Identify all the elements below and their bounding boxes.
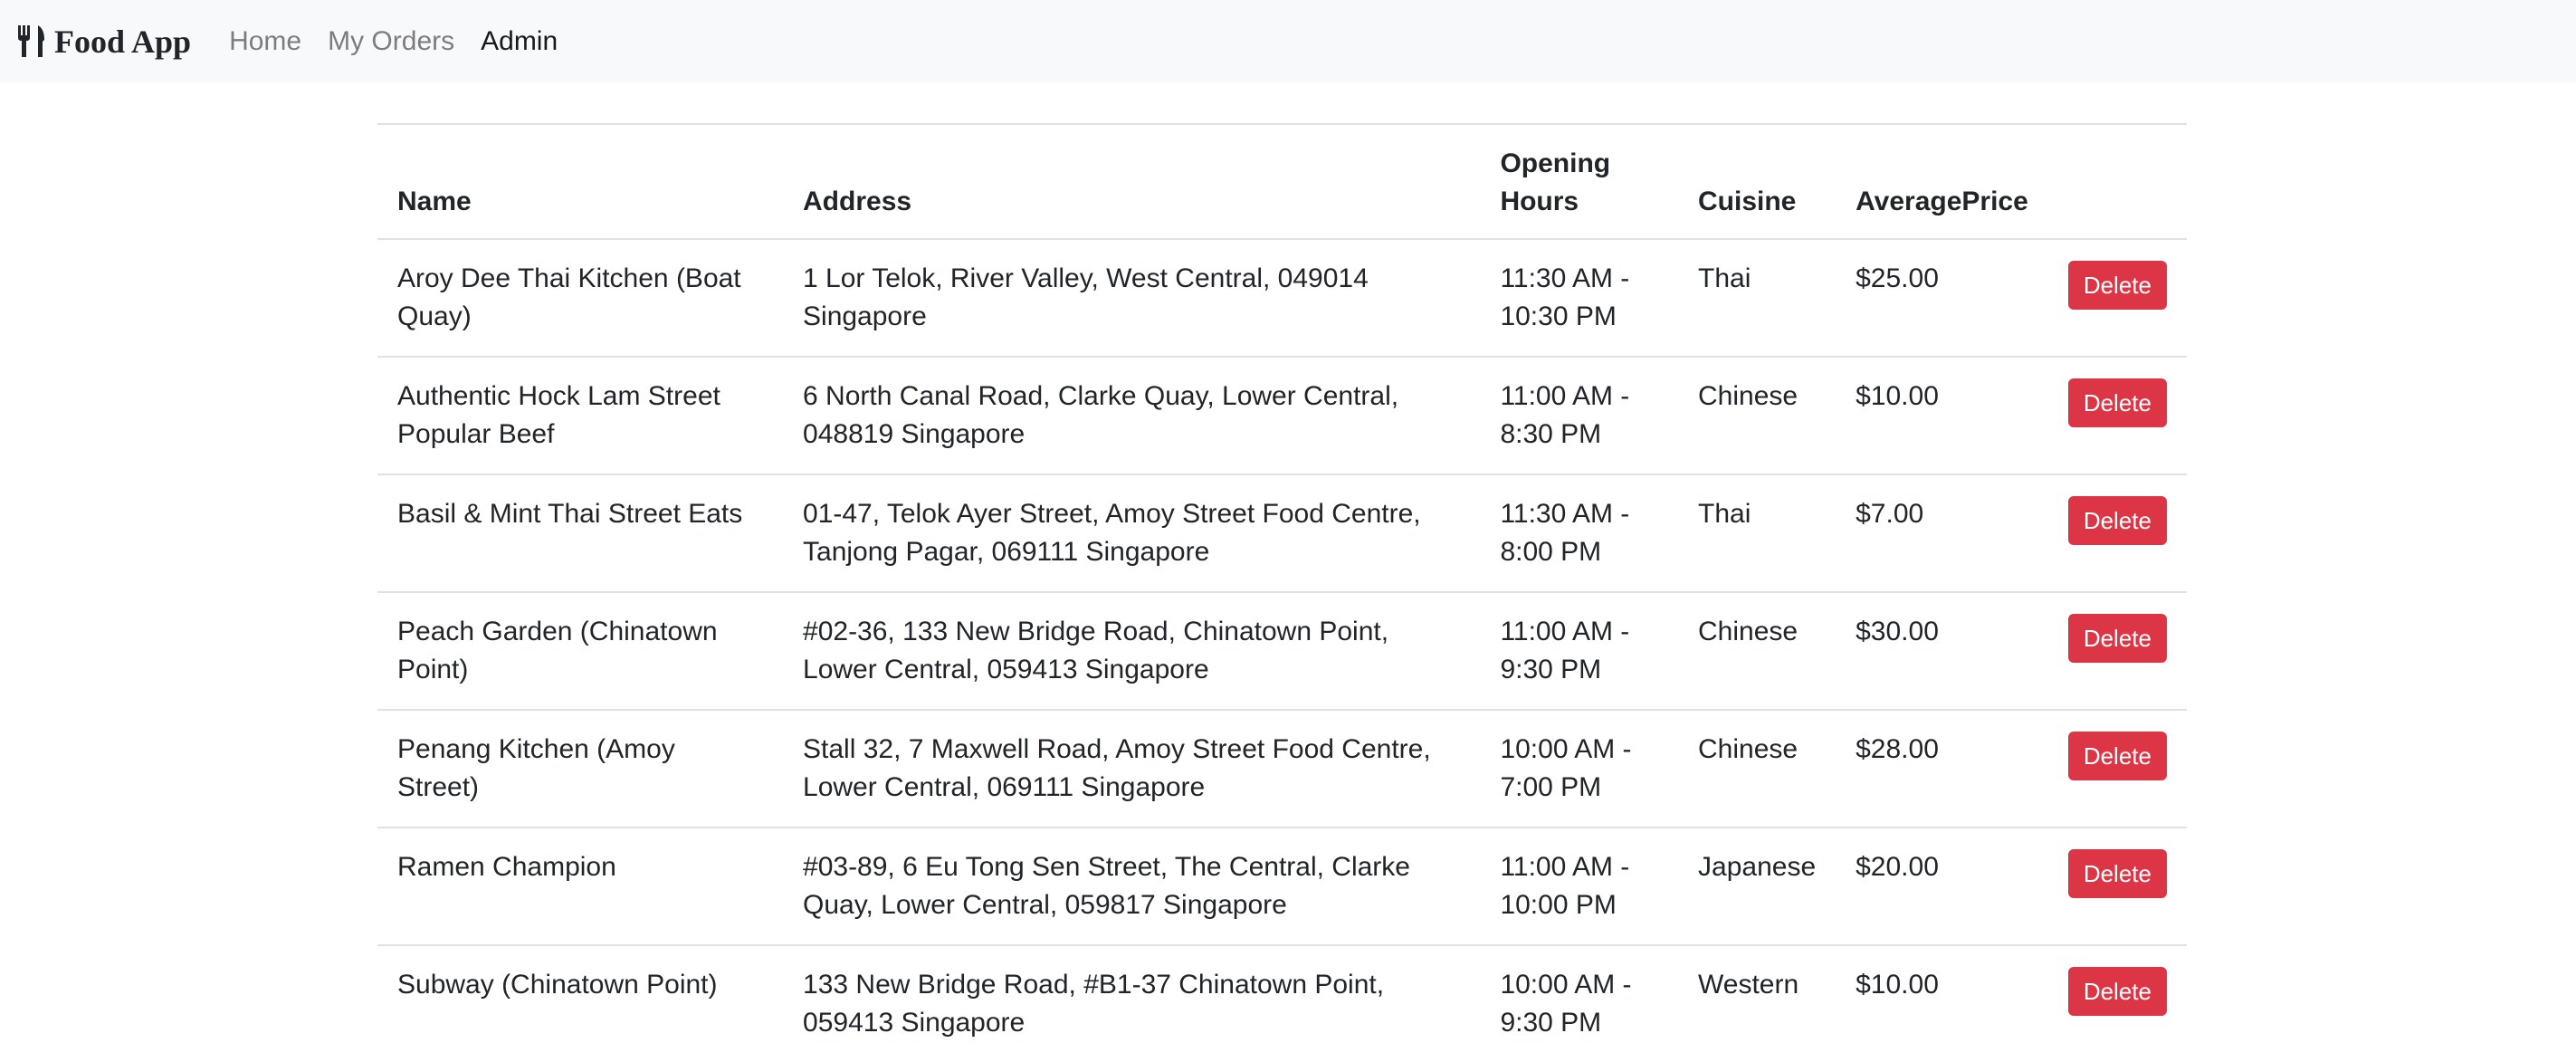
cell-hours: 11:00 AM - 10:00 PM (1480, 827, 1679, 945)
cell-cuisine: Chinese (1678, 709, 1837, 828)
cell-price: $25.00 (1856, 263, 1939, 293)
cell-action: Delete (2047, 591, 2187, 710)
cell-price: $28.00 (1836, 709, 2048, 828)
utensils-icon (16, 24, 49, 60)
table-header-row: Name Address Opening Hours Cuisine Avera… (377, 123, 2187, 240)
brand-link[interactable]: Food App (16, 23, 191, 61)
cell-name: Penang Kitchen (Amoy Street) (377, 709, 784, 828)
navbar: Food App Home My Orders Admin (0, 0, 2576, 82)
delete-button[interactable]: Delete (2067, 378, 2167, 427)
cell-address: 133 New Bridge Road, #B1-37 Chinatown Po… (783, 944, 1481, 1062)
cell-name: Aroy Dee Thai Kitchen (Boat Quay) (397, 263, 741, 331)
cell-action: Delete (2047, 944, 2187, 1062)
delete-button[interactable]: Delete (2067, 261, 2167, 310)
header-actions (2047, 123, 2187, 240)
cell-name: Basil & Mint Thai Street Eats (377, 474, 784, 592)
cell-action: Delete (2047, 827, 2187, 945)
cell-hours: 11:00 AM - 8:30 PM (1480, 356, 1679, 474)
table-row: Basil & Mint Thai Street Eats 01-47, Tel… (377, 474, 2187, 592)
cell-hours: 11:00 AM - 9:30 PM (1480, 591, 1679, 710)
brand-text: Food App (54, 23, 192, 60)
cell-cuisine: Thai (1698, 263, 1751, 293)
cell-cuisine: Chinese (1678, 356, 1837, 474)
nav-admin[interactable]: Admin (481, 26, 558, 57)
cell-name: Subway (Chinatown Point) (377, 944, 784, 1062)
cell-name: Peach Garden (Chinatown Point) (377, 591, 784, 710)
header-address: Address (783, 123, 1481, 240)
cell-name: Ramen Champion (377, 827, 784, 945)
header-average-price: AveragePrice (1836, 123, 2048, 240)
nav-home[interactable]: Home (229, 26, 301, 57)
restaurants-table-container: Name Address Opening Hours Cuisine Avera… (377, 123, 2187, 1062)
cell-address: 6 North Canal Road, Clarke Quay, Lower C… (783, 356, 1481, 474)
table-row: Aroy Dee Thai Kitchen (Boat Quay) 1 Lor … (377, 239, 2187, 357)
cell-address: Stall 32, 7 Maxwell Road, Amoy Street Fo… (783, 709, 1481, 828)
cell-cuisine: Chinese (1678, 591, 1837, 710)
delete-button[interactable]: Delete (2067, 732, 2167, 780)
nav-my-orders[interactable]: My Orders (328, 26, 454, 57)
cell-address: 01-47, Telok Ayer Street, Amoy Street Fo… (783, 474, 1481, 592)
table-row: Subway (Chinatown Point) 133 New Bridge … (377, 944, 2187, 1062)
delete-button[interactable]: Delete (2067, 496, 2167, 545)
cell-action: Delete (2048, 239, 2187, 357)
table-row: Peach Garden (Chinatown Point) #02-36, 1… (377, 591, 2187, 710)
cell-action: Delete (2047, 474, 2187, 592)
restaurants-table: Name Address Opening Hours Cuisine Avera… (377, 123, 2187, 1062)
table-row: Authentic Hock Lam Street Popular Beef 6… (377, 356, 2187, 474)
cell-price: $30.00 (1836, 591, 2048, 710)
table-row: Ramen Champion #03-89, 6 Eu Tong Sen Str… (377, 827, 2187, 945)
cell-name: Authentic Hock Lam Street Popular Beef (377, 356, 784, 474)
cell-address: 1 Lor Telok, River Valley, West Central,… (803, 263, 1369, 331)
cell-hours: 11:30 AM - 10:30 PM (1500, 263, 1630, 331)
cell-address: #02-36, 133 New Bridge Road, Chinatown P… (783, 591, 1481, 710)
cell-hours: 10:00 AM - 9:30 PM (1480, 944, 1679, 1062)
cell-hours: 10:00 AM - 7:00 PM (1480, 709, 1679, 828)
header-cuisine: Cuisine (1678, 123, 1837, 240)
cell-price: $7.00 (1836, 474, 2048, 592)
cell-hours: 11:30 AM - 8:00 PM (1480, 474, 1679, 592)
cell-price: $10.00 (1836, 356, 2048, 474)
delete-button[interactable]: Delete (2067, 849, 2167, 898)
header-name: Name (377, 123, 784, 240)
cell-price: $10.00 (1836, 944, 2048, 1062)
cell-action: Delete (2047, 356, 2187, 474)
header-opening-hours: Opening Hours (1480, 123, 1679, 240)
table-row: Penang Kitchen (Amoy Street) Stall 32, 7… (377, 709, 2187, 828)
cell-action: Delete (2047, 709, 2187, 828)
cell-price: $20.00 (1836, 827, 2048, 945)
delete-button[interactable]: Delete (2067, 614, 2167, 663)
cell-address: #03-89, 6 Eu Tong Sen Street, The Centra… (783, 827, 1481, 945)
cell-cuisine: Thai (1678, 474, 1837, 592)
cell-cuisine: Japanese (1678, 827, 1837, 945)
cell-cuisine: Western (1678, 944, 1837, 1062)
